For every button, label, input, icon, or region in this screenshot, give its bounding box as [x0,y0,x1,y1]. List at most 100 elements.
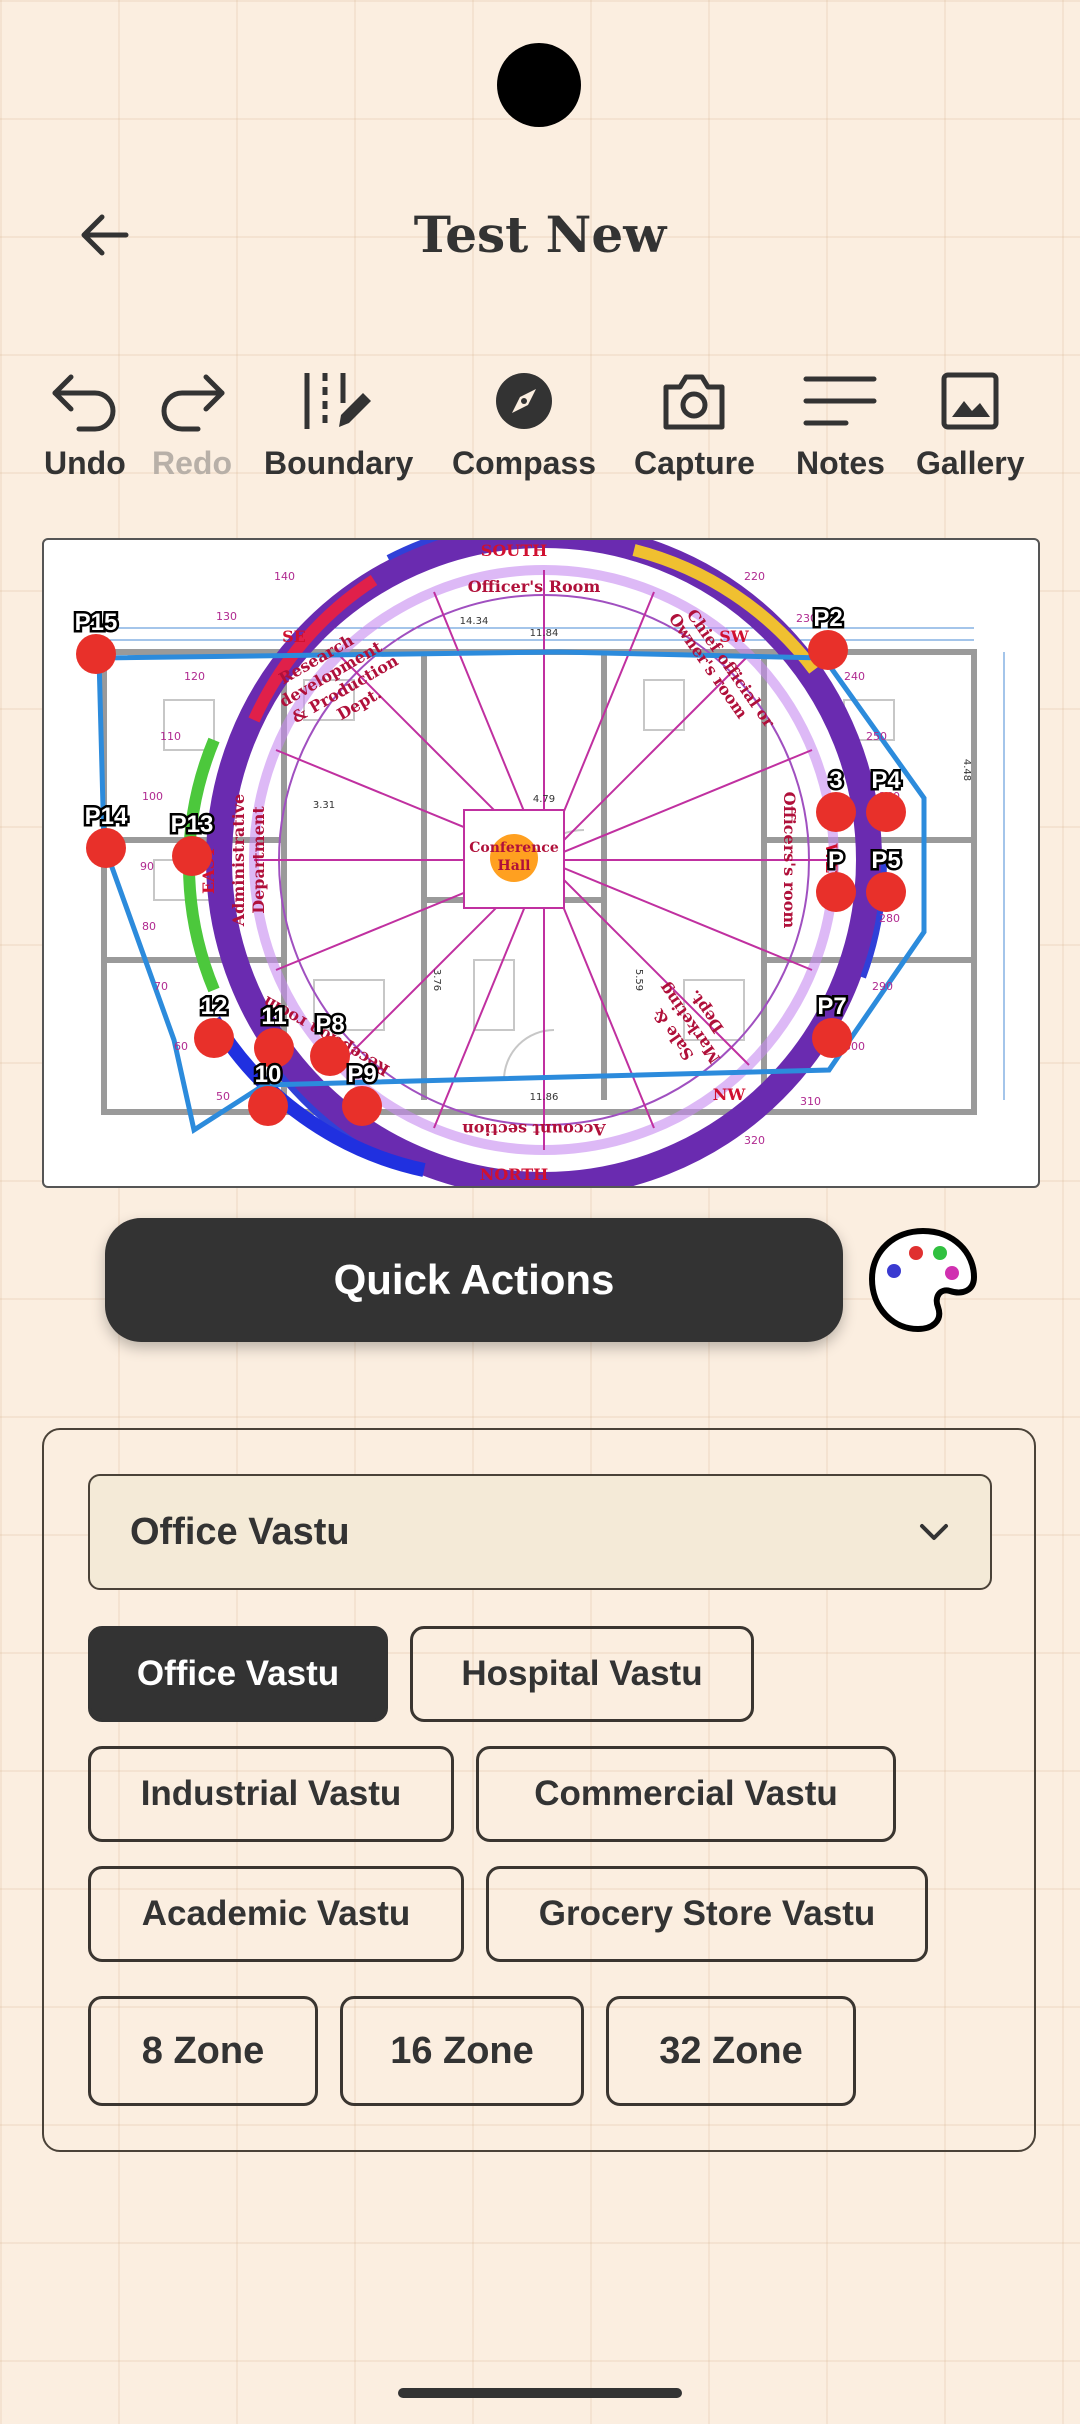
label-admin-2: Department [249,806,268,914]
capture-button[interactable]: Capture [634,365,755,482]
boundary-point-handle[interactable] [310,1036,350,1076]
dim-label-1: 14.34 [460,616,489,627]
capture-label: Capture [634,445,755,481]
dim-label-8: 4.48 [961,759,972,781]
chip-8-zone[interactable]: 8 Zone [88,1996,318,2106]
undo-button[interactable]: Undo [44,365,126,482]
dim-label-4: 4.79 [533,794,555,805]
redo-label: Redo [152,445,232,481]
label-south: SOUTH [481,541,547,560]
boundary-point-handle[interactable] [866,872,906,912]
chevron-down-icon [920,1524,948,1540]
chip-hospital-vastu[interactable]: Hospital Vastu [410,1626,754,1722]
boundary-point-label: P14 [85,803,128,830]
label-se: SE [282,627,306,646]
chip-label: Office Vastu [136,1654,340,1693]
boundary-point-handle[interactable] [816,872,856,912]
label-nw: NW [713,1085,747,1104]
chip-commercial-vastu[interactable]: Commercial Vastu [476,1746,896,1842]
label-officers-room: Officer's Room [468,577,601,596]
chip-label: 8 Zone [141,2029,265,2072]
boundary-point-label: 11 [261,1003,286,1030]
label-admin-1: Administrative [229,794,248,927]
boundary-point-handle[interactable] [808,630,848,670]
notes-button[interactable]: Notes [796,365,885,482]
boundary-point-label: 3 [829,767,842,794]
ring-tick-120: 120 [184,670,205,683]
boundary-point-handle[interactable] [866,792,906,832]
ring-tick-70: 70 [154,980,168,993]
redo-button[interactable]: Redo [152,365,232,482]
chip-grocery-store-vastu[interactable]: Grocery Store Vastu [486,1866,928,1962]
boundary-point-handle[interactable] [76,634,116,674]
ring-tick-130: 130 [216,610,237,623]
label-north: NORTH [480,1165,549,1184]
boundary-point-label: P13 [171,811,214,838]
ring-tick-90: 90 [140,860,154,873]
compass-label: Compass [452,445,597,481]
quick-actions-button[interactable]: Quick Actions [105,1218,843,1342]
notes-label: Notes [796,445,885,481]
boundary-point-handle[interactable] [248,1086,288,1126]
boundary-point-handle[interactable] [342,1086,382,1126]
boundary-point-handle[interactable] [812,1018,852,1058]
boundary-point-handle[interactable] [86,828,126,868]
ring-tick-290: 290 [872,980,893,993]
boundary-point-label: P15 [75,609,118,636]
chip-academic-vastu[interactable]: Academic Vastu [88,1866,464,1962]
vastu-type-dropdown[interactable]: Office Vastu [88,1474,992,1590]
chip-industrial-vastu[interactable]: Industrial Vastu [88,1746,454,1842]
ring-tick-240: 240 [844,670,865,683]
dim-label-3: 3.31 [313,800,335,811]
label-officers-room-west: Officers's room [780,792,799,929]
chip-label: Commercial Vastu [534,1774,838,1813]
boundary-point-handle[interactable] [172,836,212,876]
boundary-point-handle[interactable] [194,1018,234,1058]
ring-tick-310: 310 [800,1095,821,1108]
image-icon [941,372,999,430]
quick-actions-label: Quick Actions [333,1256,615,1303]
dropdown-selected-value: Office Vastu [130,1510,350,1553]
gallery-label: Gallery [916,445,1025,481]
boundary-button[interactable]: Boundary [264,365,413,482]
ring-tick-220: 220 [744,570,765,583]
ring-tick-80: 80 [142,920,156,933]
ring-tick-140: 140 [274,570,295,583]
ring-tick-250: 250 [866,730,887,743]
ring-tick-320: 320 [744,1134,765,1147]
label-account-section: Account section [462,1120,607,1139]
label-conference-line2: Hall [498,858,531,874]
dim-label-5: 11.86 [530,1092,559,1103]
chip-32-zone[interactable]: 32 Zone [606,1996,856,2106]
chip-16-zone[interactable]: 16 Zone [340,1996,584,2106]
compass-button[interactable]: Compass [452,365,596,482]
boundary-label: Boundary [264,445,414,481]
toolbar: Undo Redo Boundary Compass Capture Notes… [30,365,1060,495]
dim-label-2: 11.84 [530,628,559,639]
dim-label-7: 5.59 [633,969,644,991]
boundary-point-handle[interactable] [816,792,856,832]
floor-plan-canvas[interactable]: Conference Hall SOUTH NORTH EAST WEST SE… [42,538,1040,1188]
color-palette-button[interactable] [866,1225,980,1335]
boundary-icon [304,373,371,429]
page-title: Test New [413,205,667,264]
boundary-point-label: P4 [871,767,901,794]
chip-label: Grocery Store Vastu [538,1894,876,1933]
chip-label: 16 Zone [390,2029,534,2072]
chip-office-vastu[interactable]: Office Vastu [88,1626,388,1722]
boundary-point-label: 12 [201,993,228,1020]
chip-label: Hospital Vastu [461,1654,703,1693]
boundary-point-label: P8 [315,1011,344,1038]
home-indicator [398,2388,682,2398]
redo-icon [161,374,225,432]
undo-label: Undo [44,445,126,481]
notes-icon [803,376,877,426]
ring-tick-110: 110 [160,730,181,743]
vastu-panel: Office Vastu Office Vastu Hospital Vastu… [42,1428,1036,2152]
label-conference-line1: Conference [469,840,559,856]
gallery-button[interactable]: Gallery [916,365,1025,482]
ring-tick-60: 60 [174,1040,188,1053]
ring-tick-50: 50 [216,1090,230,1103]
chip-label: Academic Vastu [141,1894,411,1933]
ring-tick-100: 100 [142,790,163,803]
